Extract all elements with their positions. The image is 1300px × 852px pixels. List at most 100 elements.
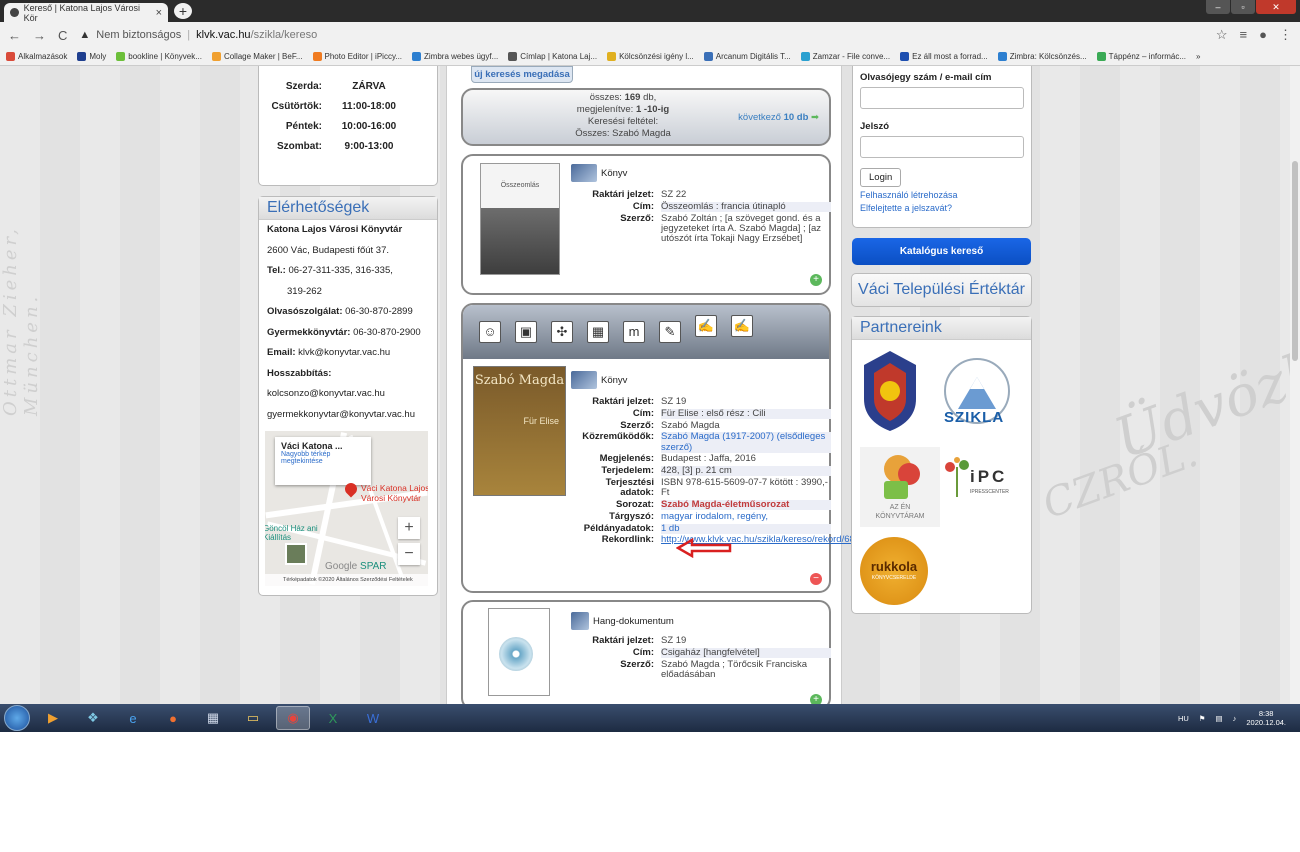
network-icon[interactable]: ▤ [1216, 714, 1223, 723]
firefox-icon[interactable]: ● [156, 706, 190, 730]
flag-icon[interactable]: ⚑ [1199, 714, 1206, 723]
media-player-icon[interactable]: ▶ [36, 706, 70, 730]
partners-box: Partnereink SZIKLA AZ ÉN KÖNYVTÁRAM iPC … [851, 316, 1032, 614]
email: Email: klvk@konyvtar.vac.hu [267, 347, 391, 358]
scrollbar-thumb[interactable] [1292, 161, 1298, 361]
catalog-search-button[interactable]: Katalógus kereső [852, 238, 1031, 265]
back-icon[interactable]: ← [8, 28, 21, 43]
record-type-1: Könyv [571, 164, 627, 182]
google-map[interactable]: Váci Katona ... Nagyobb térkép megtekint… [265, 431, 428, 586]
bookmark-item[interactable]: Moly [77, 52, 106, 61]
word-icon[interactable]: W [356, 706, 390, 730]
bookmark-item[interactable]: Ez áll most a forrad... [900, 52, 988, 61]
library-name: Katona Lajos Városi Könyvtár [267, 224, 403, 235]
close-window-button[interactable]: ✕ [1256, 0, 1296, 14]
bookmark-item[interactable]: Collage Maker | BeF... [211, 52, 303, 61]
bookmark-item[interactable]: Zimbra: Kölcsönzés... [997, 52, 1087, 61]
new-tab-button[interactable]: + [174, 3, 192, 19]
excel-icon[interactable]: X [316, 706, 350, 730]
clock[interactable]: 8:38 2020.12.04. [1246, 709, 1286, 727]
browser-tab[interactable]: Kereső | Katona Lajos Városi Kör × [4, 3, 168, 23]
szikla-logo[interactable]: SZIKLA [940, 355, 1014, 431]
page-scrollbar[interactable] [1290, 66, 1300, 704]
map-info-card: Váci Katona ... Nagyobb térkép megtekint… [275, 437, 371, 485]
larger-map-link[interactable]: Nagyobb térkép megtekintése [281, 451, 365, 465]
rukkola-logo[interactable]: rukkola KÖNYVCSERELDE [860, 537, 928, 605]
book-cover-1[interactable]: Összeomlás [480, 163, 560, 275]
write-icon[interactable]: ✎ [659, 321, 681, 343]
url-field[interactable]: ▲ Nem biztonságos | klvk.vac.hu/szikla/k… [79, 29, 1204, 41]
renewal-email-1: kolcsonzo@konyvtar.vac.hu [267, 388, 385, 399]
bookmark-item[interactable]: » [1196, 52, 1200, 61]
reading-list-icon[interactable]: ≡ [1240, 27, 1248, 43]
record-card-2: ☺ ▣ ✣ ▦ m ✎ ✍ ✍ Szabó Magda Für Elise Könyv Rak… [461, 303, 860, 593]
expand-record-button[interactable]: + [810, 694, 822, 704]
zoom-in-button[interactable]: + [398, 517, 420, 539]
bookmark-item[interactable]: Zamzar - File conve... [800, 52, 890, 61]
map-satellite-thumb[interactable] [285, 543, 307, 565]
bookmark-item[interactable]: bookline | Könyvek... [116, 52, 202, 61]
start-button[interactable] [4, 705, 30, 731]
record-fields-2: Raktári jelzet: SZ 19 Cím: Für Elise : első… [571, 396, 860, 547]
folder-icon[interactable]: ❖ [76, 706, 110, 730]
warning-icon: ▲ [79, 29, 91, 41]
bookmark-item[interactable]: Alkalmazások [6, 52, 67, 61]
monitor-icon[interactable]: ▣ [515, 321, 537, 343]
record-field: Szerző: Szabó Magda [620, 419, 720, 431]
card-number-field[interactable] [860, 87, 1024, 109]
window-controls: – ▫ ✕ [1206, 0, 1296, 14]
forward-icon[interactable]: → [33, 28, 46, 43]
profile-icon[interactable]: ● [1259, 27, 1267, 43]
puzzle-icon[interactable]: ✣ [551, 321, 573, 343]
bookmark-item[interactable]: Arcanum Digitális T... [703, 52, 791, 61]
collapse-record-button[interactable]: − [810, 573, 822, 585]
new-search-button[interactable]: új keresés megadása [471, 66, 573, 83]
file-explorer-icon[interactable]: ▭ [236, 706, 270, 730]
value-store-link[interactable]: Váci Települési Értéktár [851, 273, 1032, 307]
calculator-icon[interactable]: ▦ [196, 706, 230, 730]
chrome-icon[interactable]: ◉ [276, 706, 310, 730]
zoom-out-button[interactable]: − [398, 543, 420, 565]
record-field: Szerző: Szabó Zoltán ; [a szöveget gond. … [620, 212, 822, 244]
google-logo: Google SPAR [325, 561, 387, 572]
register-link[interactable]: Felhasználó létrehozása [853, 189, 1031, 202]
audio-cover[interactable] [488, 608, 550, 696]
ipc-logo[interactable]: iPC IPRESSCENTER [944, 457, 1024, 507]
map-card-title: Váci Katona ... [281, 441, 343, 451]
next-page-link[interactable]: következő 10 db ➡ [738, 112, 819, 123]
volume-icon[interactable]: ♪ [1233, 714, 1237, 723]
reload-icon[interactable]: C [58, 28, 67, 43]
watermark-left: Ottmar Zieher, München. [0, 225, 42, 416]
book-hand-icon[interactable]: ✍ [695, 315, 717, 337]
maximize-button[interactable]: ▫ [1231, 0, 1255, 14]
annotation-arrow-icon [676, 538, 732, 558]
bookmark-icon [508, 52, 518, 61]
bookmark-icon [312, 52, 322, 61]
book-hand2-icon[interactable]: ✍ [731, 315, 753, 337]
language-indicator[interactable]: HU [1178, 714, 1189, 723]
minimize-button[interactable]: – [1206, 0, 1230, 14]
bookmark-icon [607, 52, 617, 61]
star-icon[interactable]: ☆ [1216, 27, 1228, 43]
password-field[interactable] [860, 136, 1024, 158]
bookmark-item[interactable]: Zimbra webes ügyf... [412, 52, 498, 61]
internet-explorer-icon[interactable]: e [116, 706, 150, 730]
bookmark-item[interactable]: Kölcsönzési igény l... [607, 52, 694, 61]
smiley-icon[interactable]: ☺ [479, 321, 501, 343]
forgot-password-link[interactable]: Elfelejtette a jelszavát? [853, 202, 1031, 215]
bookmark-item[interactable]: Photo Editor | iPiccy... [312, 52, 402, 61]
tab-close-icon[interactable]: × [156, 7, 162, 19]
keyboard-icon[interactable]: ▦ [587, 321, 609, 343]
card-number-label: Olvasójegy szám / e-mail cím [860, 72, 992, 83]
bookmark-item[interactable]: Táppénz – informác... [1096, 52, 1186, 61]
vac-coat-of-arms-logo[interactable] [862, 351, 918, 431]
expand-record-button[interactable]: + [810, 274, 822, 286]
bookmark-item[interactable]: Címlap | Katona Laj... [508, 52, 597, 61]
az-en-konyvtaram-logo[interactable]: AZ ÉN KÖNYVTÁRAM [860, 447, 940, 527]
m-icon[interactable]: m [623, 321, 645, 343]
menu-icon[interactable]: ⋮ [1279, 27, 1292, 43]
record-field: Raktári jelzet: SZ 19 [592, 396, 687, 407]
login-button[interactable]: Login [860, 168, 902, 187]
book-cover-2[interactable]: Szabó Magda Für Elise [473, 366, 566, 496]
map-terms[interactable]: Térképadatok ©2020 Általános Szerződési … [265, 574, 428, 586]
